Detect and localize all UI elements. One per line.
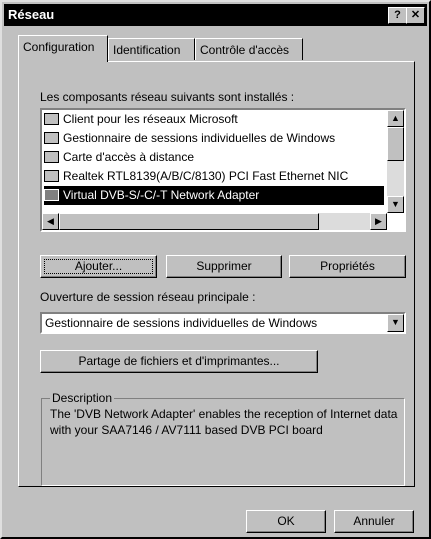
- tab-identification[interactable]: Identification: [108, 38, 195, 60]
- list-item[interactable]: Carte d'accès à distance: [44, 148, 194, 167]
- primary-logon-label: Ouverture de session réseau principale :: [40, 290, 256, 304]
- scroll-up-arrow-icon[interactable]: ▲: [387, 110, 404, 127]
- primary-logon-select[interactable]: Gestionnaire de sessions individuelles d…: [40, 312, 406, 334]
- list-item-label: Realtek RTL8139(A/B/C/8130) PCI Fast Eth…: [63, 169, 349, 183]
- list-item[interactable]: Realtek RTL8139(A/B/C/8130) PCI Fast Eth…: [44, 167, 348, 186]
- close-button[interactable]: ✕: [406, 7, 425, 24]
- list-item-label: Carte d'accès à distance: [63, 150, 195, 164]
- list-item-label: Virtual DVB-S/-C/-T Network Adapter: [63, 188, 260, 202]
- vertical-scroll-thumb[interactable]: [387, 127, 404, 161]
- list-item-label: Gestionnaire de sessions individuelles d…: [63, 131, 336, 145]
- horizontal-scroll-thumb[interactable]: [59, 213, 319, 230]
- list-item[interactable]: Gestionnaire de sessions individuelles d…: [44, 129, 335, 148]
- tab-configuration[interactable]: Configuration: [18, 35, 108, 62]
- components-label: Les composants réseau suivants sont inst…: [40, 90, 295, 104]
- network-client-icon: [44, 113, 59, 125]
- file-print-sharing-button[interactable]: Partage de fichiers et d'imprimantes...: [40, 350, 318, 373]
- scroll-right-arrow-icon[interactable]: ▶: [370, 213, 387, 230]
- network-adapter-icon: [44, 170, 59, 182]
- components-list[interactable]: Client pour les réseaux Microsoft Gestio…: [40, 108, 406, 232]
- description-text: The 'DVB Network Adapter' enables the re…: [50, 407, 398, 437]
- network-adapter-icon: [44, 151, 59, 163]
- properties-button[interactable]: Propriétés: [289, 255, 406, 278]
- chevron-down-icon[interactable]: ▼: [387, 314, 404, 332]
- tab-access-control[interactable]: Contrôle d'accès: [195, 38, 303, 60]
- window-title: Réseau: [8, 7, 55, 22]
- list-item-label: Client pour les réseaux Microsoft: [63, 112, 238, 126]
- list-item-selected[interactable]: Virtual DVB-S/-C/-T Network Adapter: [44, 186, 384, 205]
- description-legend: Description: [50, 391, 115, 405]
- scroll-down-arrow-icon[interactable]: ▼: [387, 196, 404, 213]
- primary-logon-value: Gestionnaire de sessions individuelles d…: [45, 316, 318, 330]
- help-button[interactable]: ?: [388, 7, 407, 24]
- ok-button[interactable]: OK: [246, 510, 326, 533]
- network-adapter-icon: [44, 189, 59, 201]
- scroll-left-arrow-icon[interactable]: ◀: [42, 213, 59, 230]
- title-bar[interactable]: Réseau ? ✕: [4, 4, 427, 26]
- horizontal-scrollbar[interactable]: ◀ ▶: [42, 213, 387, 230]
- list-item[interactable]: Client pour les réseaux Microsoft: [44, 110, 238, 129]
- cancel-button[interactable]: Annuler: [334, 510, 414, 533]
- remove-button[interactable]: Supprimer: [166, 255, 282, 278]
- add-button[interactable]: Ajouter...: [40, 255, 157, 278]
- network-client-icon: [44, 132, 59, 144]
- vertical-scrollbar[interactable]: ▲ ▼: [387, 110, 404, 213]
